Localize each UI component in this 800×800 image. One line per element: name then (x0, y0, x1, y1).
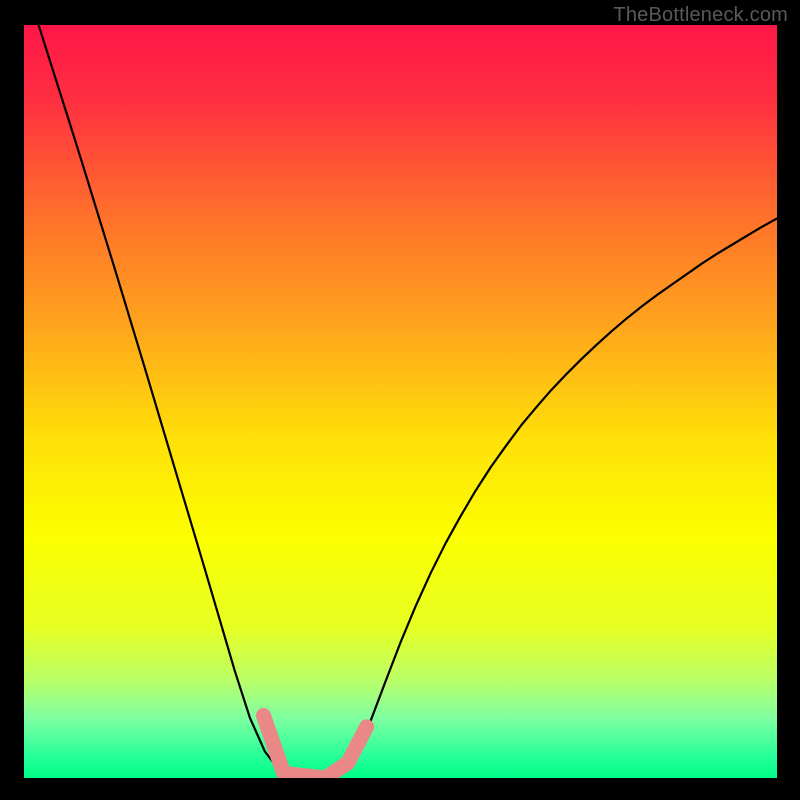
chart-stage: TheBottleneck.com (0, 0, 800, 800)
curve-layer (24, 25, 777, 778)
watermark-text: TheBottleneck.com (613, 4, 788, 27)
stub-segments (263, 716, 366, 779)
bottleneck-curve (24, 25, 777, 778)
plot-area (24, 25, 777, 778)
